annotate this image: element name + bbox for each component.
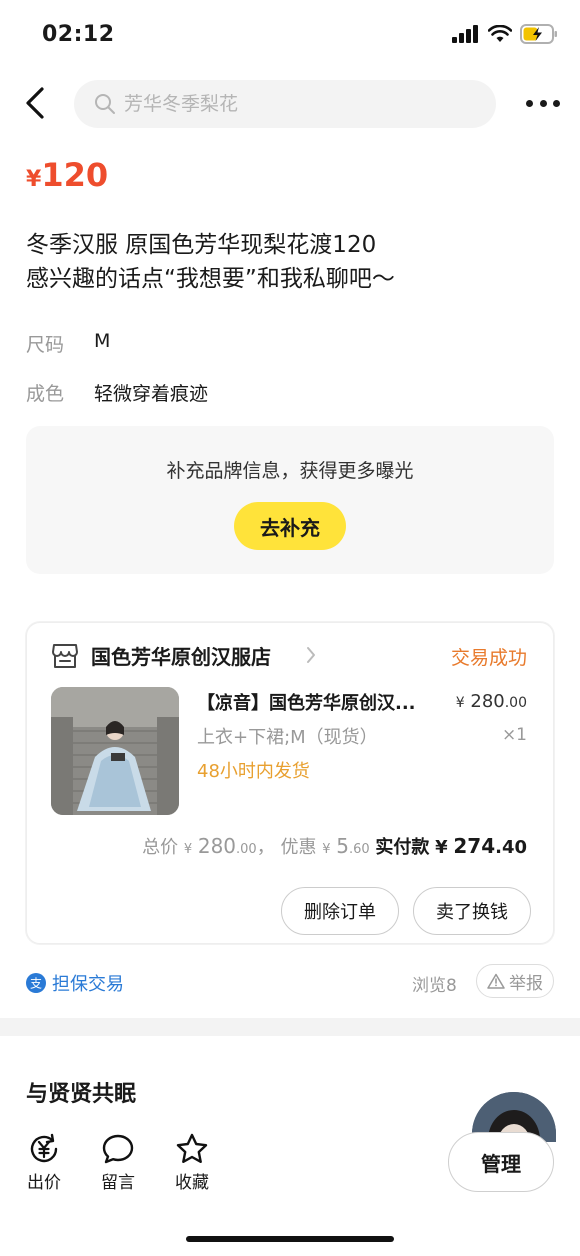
comment-button[interactable]: 留言 [88,1132,148,1193]
paid-amount: 274 [453,834,496,858]
attr-row-size: 尺码 M [26,330,110,357]
report-button[interactable]: 举报 [476,964,554,998]
search-box[interactable] [74,80,496,128]
product-spec: 上衣+下裙;M（现货） [197,727,378,748]
product-thumbnail[interactable] [51,687,179,815]
item-price: ¥120 [26,156,108,194]
seller-section-title: 与贤贤共眠 [26,1082,137,1107]
product-title[interactable]: 【凉音】国色芳华原创汉... [197,689,437,715]
nav-bar [0,70,580,138]
attr-key: 尺码 [26,334,65,356]
brand-info-prompt: 补充品牌信息，获得更多曝光 [166,460,414,482]
resell-button[interactable]: 卖了换钱 [413,887,531,935]
view-count: 浏览8 [412,976,457,996]
description-line-1: 冬季汉服 原国色芳华现梨花渡120 [26,232,377,258]
attr-row-condition: 成色 轻微穿着痕迹 [26,379,208,406]
guarantee-label: 担保交易 [52,974,124,995]
search-input[interactable] [124,93,484,115]
manage-button[interactable]: 管理 [448,1132,554,1192]
delete-order-button[interactable]: 删除订单 [281,887,399,935]
section-divider [0,1018,580,1036]
star-icon [176,1133,208,1163]
wifi-icon [488,25,512,42]
report-label: 举报 [509,973,543,994]
favorite-label: 收藏 [175,1173,209,1193]
shop-icon [52,644,78,668]
order-card: 国色芳华原创汉服店 交易成功 【凉音】国色芳华原创汉... ¥ 280.00 上… [26,622,554,944]
svg-text:支: 支 [30,977,42,991]
home-indicator [186,1236,394,1242]
warning-icon [487,973,505,989]
cellular-signal-icon [452,25,478,43]
shop-name[interactable]: 国色芳华原创汉服店 [91,641,271,670]
order-status: 交易成功 [450,647,527,669]
description-line-2: 感兴趣的话点“我想要”和我私聊吧～ [26,266,395,292]
bottom-action-bar: 出价 留言 收藏 管理 [0,1130,580,1200]
brand-info-card: 补充品牌信息，获得更多曝光 去补充 [26,426,554,574]
offer-button[interactable]: 出价 [14,1132,74,1193]
comment-label: 留言 [101,1173,135,1193]
attr-value: 轻微穿着痕迹 [94,383,209,405]
offer-label: 出价 [27,1173,61,1193]
more-options-icon[interactable] [526,90,560,116]
add-brand-button[interactable]: 去补充 [234,502,346,550]
chevron-right-icon [307,647,315,663]
comment-bubble-icon [102,1134,134,1164]
status-time: 02:12 [42,22,115,47]
order-total-line: 总价 ¥ 280.00， 优惠 ¥ 5.60 实付款 ¥ 274.40 [142,834,527,858]
shipping-note: 48小时内发货 [197,761,310,782]
product-price: ¥ 280.00 [455,691,527,712]
price-value: 120 [41,156,109,194]
paid-label: 实付款 [375,837,430,858]
alipay-shield-icon: 支 [26,973,46,993]
status-bar: 02:12 [0,0,580,70]
offer-yuan-icon [30,1133,58,1163]
back-arrow-icon[interactable] [22,86,50,120]
guarantee-trade-link[interactable]: 支 担保交易 [26,970,124,996]
battery-charging-icon [520,24,557,44]
price-currency: ¥ [26,167,42,192]
attr-value: M [94,330,111,352]
total-label: 总价 [142,837,179,858]
product-quantity: ×1 [501,725,527,745]
attr-key: 成色 [26,383,65,405]
search-icon [95,94,115,114]
discount-label: 优惠 [280,837,317,858]
item-description: 冬季汉服 原国色芳华现梨花渡120 感兴趣的话点“我想要”和我私聊吧～ [26,228,395,296]
status-icons [452,24,558,44]
favorite-button[interactable]: 收藏 [162,1132,222,1193]
